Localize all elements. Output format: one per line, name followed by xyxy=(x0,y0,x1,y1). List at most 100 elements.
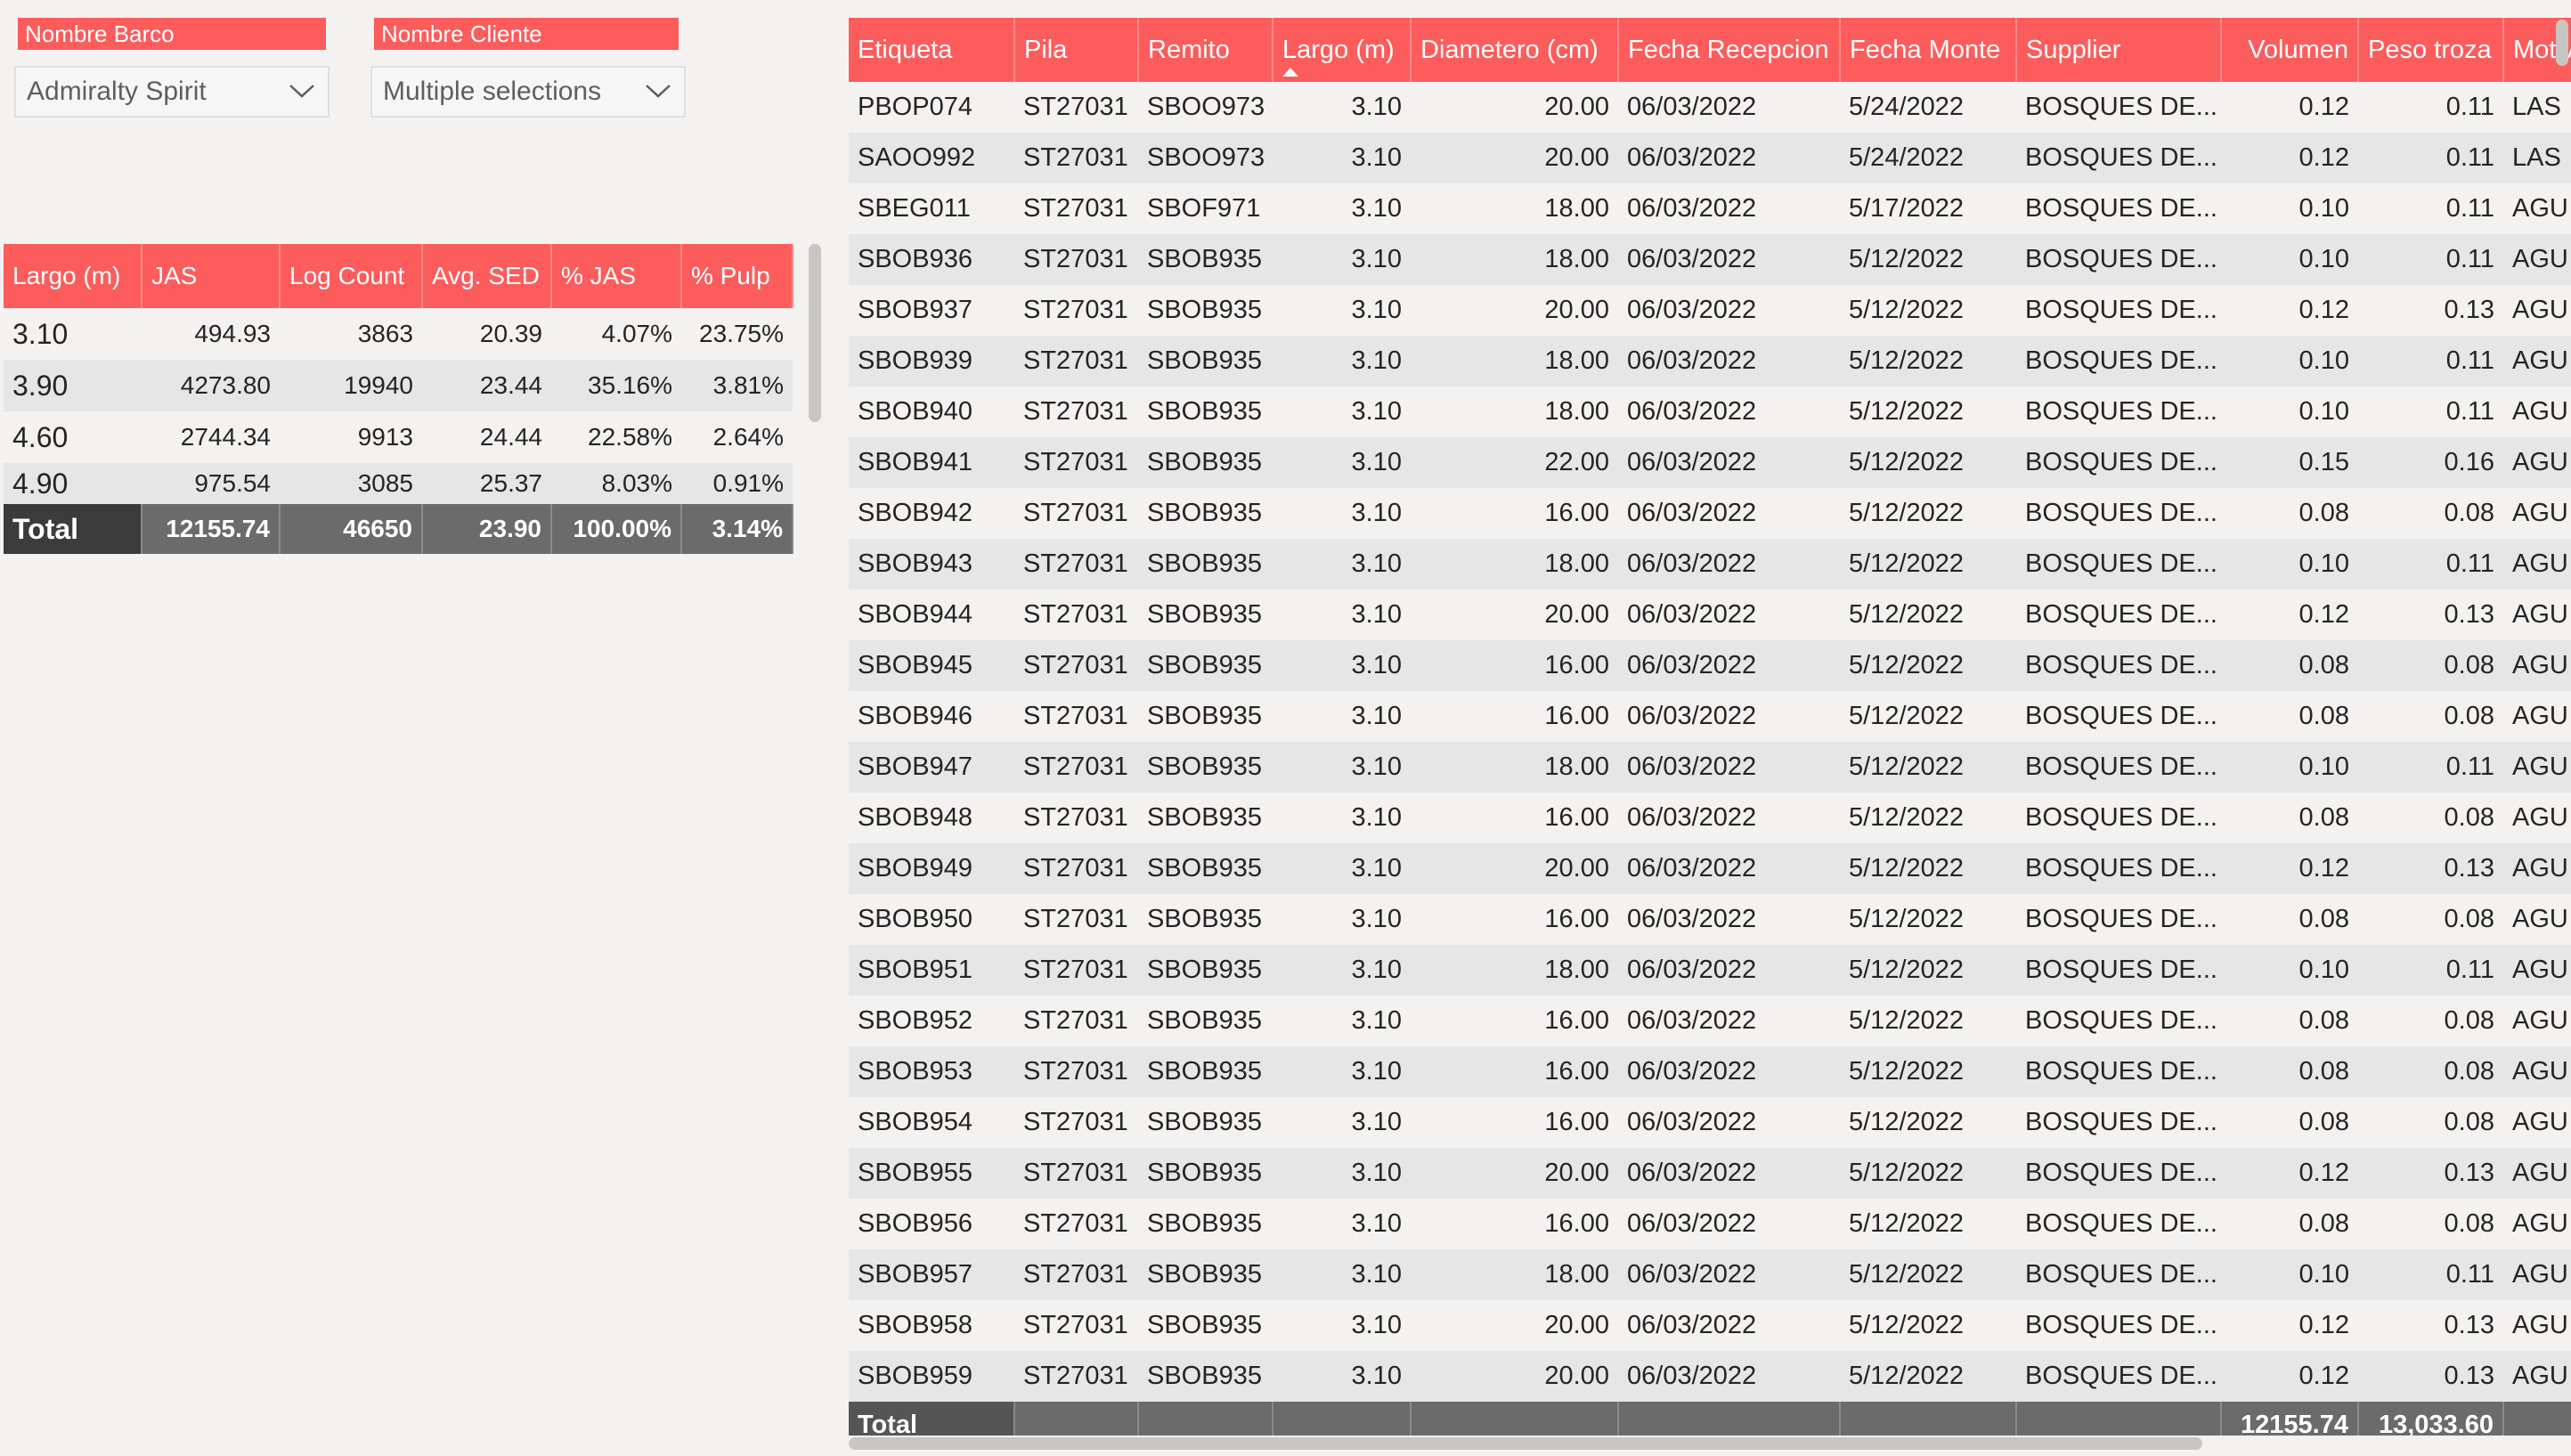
col-header-supplier[interactable]: Supplier xyxy=(2016,18,2222,82)
slicer-title: Nombre Barco xyxy=(18,18,326,50)
detail-cell: 5/12/2022 xyxy=(1840,1046,2016,1097)
detail-cell: SBOB935 xyxy=(1138,1351,1273,1402)
detail-row[interactable]: SAOO992 ST27031 SBOO973 3.10 20.00 06/03/2022… xyxy=(849,133,2571,183)
detail-total-cell xyxy=(2503,1402,2571,1436)
detail-cell: 0.13 xyxy=(2358,1148,2503,1199)
detail-cell: SBOB945 xyxy=(849,640,1014,691)
detail-row[interactable]: SBOB940 ST27031 SBOB935 3.10 18.00 06/03/2022… xyxy=(849,386,2571,437)
col-header-remito[interactable]: Remito xyxy=(1138,18,1273,82)
col-header-pct-pulp[interactable]: % Pulp xyxy=(681,244,793,308)
detail-row[interactable]: SBOB944 ST27031 SBOB935 3.10 20.00 06/03/2022… xyxy=(849,590,2571,640)
detail-row[interactable]: SBOB956 ST27031 SBOB935 3.10 16.00 06/03/2022… xyxy=(849,1199,2571,1249)
detail-cell: 5/12/2022 xyxy=(1849,1209,1965,1238)
detail-cell: 5/12/2022 xyxy=(1849,397,1965,426)
detail-row[interactable]: SBOB951 ST27031 SBOB935 3.10 18.00 06/03/2022… xyxy=(849,945,2571,996)
detail-cell: BOSQUES DE... xyxy=(2016,234,2221,285)
detail-row[interactable]: SBOB955 ST27031 SBOB935 3.10 20.00 06/03/2022… xyxy=(849,1148,2571,1199)
nombre-cliente-dropdown[interactable]: Multiple selections xyxy=(370,66,686,118)
detail-cell: BOSQUES DE... xyxy=(2016,336,2221,386)
detail-row[interactable]: SBOB943 ST27031 SBOB935 3.10 18.00 06/03/2022… xyxy=(849,539,2571,590)
detail-cell: SBOB957 xyxy=(849,1249,1014,1300)
col-header-pila[interactable]: Pila xyxy=(1014,18,1139,82)
detail-row[interactable]: SBOB959 ST27031 SBOB935 3.10 20.00 06/03/2022… xyxy=(849,1351,2571,1402)
detail-cell: 3.10 xyxy=(1273,1148,1411,1199)
summary-row[interactable]: 3.10 494.93 3863 20.39 4.07% 23.75% xyxy=(4,308,793,360)
summary-cell: 25.37 xyxy=(422,463,551,504)
detail-cell: 0.08 xyxy=(2444,499,2494,527)
detail-cell: 0.12 xyxy=(2298,93,2349,121)
detail-cell: 06/03/2022 xyxy=(1627,905,1757,933)
col-header-fecha-recepcion[interactable]: Fecha Recepcion xyxy=(1618,18,1841,82)
col-header-largo[interactable]: Largo (m) xyxy=(4,244,142,308)
detail-cell: 0.08 xyxy=(2444,905,2494,933)
col-header-jas[interactable]: JAS xyxy=(142,244,281,308)
detail-cell: BOSQUES DE... xyxy=(2016,843,2221,894)
detail-row[interactable]: SBOB937 ST27031 SBOB935 3.10 20.00 06/03/2022… xyxy=(849,285,2571,336)
detail-row[interactable]: SBOB954 ST27031 SBOB935 3.10 16.00 06/03/2022… xyxy=(849,1097,2571,1148)
detail-cell: SBOB935 xyxy=(1147,600,1262,629)
detail-cell: 0.11 xyxy=(2358,742,2503,793)
detail-cell: 3.10 xyxy=(1351,905,1402,933)
detail-row[interactable]: SBOB947 ST27031 SBOB935 3.10 18.00 06/03/2022… xyxy=(849,742,2571,793)
detail-total-cell: 12155.74 xyxy=(2221,1402,2359,1436)
col-header-avg-sed[interactable]: Avg. SED xyxy=(422,244,552,308)
summary-row[interactable]: 4.60 2744.34 9913 24.44 22.58% 2.64% xyxy=(4,411,793,463)
detail-row[interactable]: SBOB958 ST27031 SBOB935 3.10 20.00 06/03/2022… xyxy=(849,1300,2571,1351)
col-header-diametero[interactable]: Diametero (cm) xyxy=(1411,18,1619,82)
detail-row[interactable]: SBOB939 ST27031 SBOB935 3.10 18.00 06/03/2022… xyxy=(849,336,2571,386)
detail-cell: ST27031 xyxy=(1014,1249,1138,1300)
detail-cell: 20.00 xyxy=(1411,133,1618,183)
detail-cell: 3.10 xyxy=(1273,1046,1411,1097)
detail-cell: 5/12/2022 xyxy=(1849,1006,1965,1035)
detail-row[interactable]: SBOB941 ST27031 SBOB935 3.10 22.00 06/03/2022… xyxy=(849,437,2571,488)
col-header-pct-jas[interactable]: % JAS xyxy=(551,244,682,308)
detail-cell: AGU xyxy=(2503,539,2571,590)
detail-row[interactable]: PBOP074 ST27031 SBOO973 3.10 20.00 06/03/2022… xyxy=(849,82,2571,133)
col-header-log-count[interactable]: Log Count xyxy=(280,244,423,308)
slicer-title: Nombre Cliente xyxy=(374,18,679,50)
detail-cell: ST27031 xyxy=(1023,1108,1128,1136)
detail-cell: ST27031 xyxy=(1014,437,1138,488)
detail-row[interactable]: SBOB945 ST27031 SBOB935 3.10 16.00 06/03/2022… xyxy=(849,640,2571,691)
col-header-etiqueta[interactable]: Etiqueta xyxy=(849,18,1015,82)
detail-cell: 06/03/2022 xyxy=(1618,437,1840,488)
detail-row[interactable]: SBOB952 ST27031 SBOB935 3.10 16.00 06/03/2022… xyxy=(849,996,2571,1046)
detail-horizontal-scrollbar[interactable] xyxy=(849,1437,2202,1450)
detail-row[interactable]: SBOB957 ST27031 SBOB935 3.10 18.00 06/03/2022… xyxy=(849,1249,2571,1300)
detail-cell: 0.11 xyxy=(2358,133,2503,183)
summary-row[interactable]: 3.90 4273.80 19940 23.44 35.16% 3.81% xyxy=(4,360,793,411)
summary-cell: 3085 xyxy=(280,463,422,504)
detail-row[interactable]: SBOB946 ST27031 SBOB935 3.10 16.00 06/03/2022… xyxy=(849,691,2571,742)
summary-scrollbar[interactable] xyxy=(809,244,821,422)
col-header-fecha-monte[interactable]: Fecha Monte xyxy=(1840,18,2017,82)
detail-cell: AGU xyxy=(2512,194,2568,223)
detail-row[interactable]: SBOB948 ST27031 SBOB935 3.10 16.00 06/03/2022… xyxy=(849,793,2571,843)
detail-cell: LAS xyxy=(2512,93,2561,121)
detail-cell: 5/12/2022 xyxy=(1840,742,2016,793)
detail-cell: 20.00 xyxy=(1544,1311,1609,1339)
col-header-volumen[interactable]: Volumen xyxy=(2221,18,2359,82)
col-header-peso-troza[interactable]: Peso troza xyxy=(2358,18,2504,82)
nombre-barco-dropdown[interactable]: Admiralty Spirit xyxy=(14,66,330,118)
detail-cell: 0.11 xyxy=(2358,945,2503,996)
detail-row[interactable]: SBOB949 ST27031 SBOB935 3.10 20.00 06/03/2022… xyxy=(849,843,2571,894)
detail-cell: BOSQUES DE... xyxy=(2025,93,2217,121)
summary-row[interactable]: 4.90 975.54 3085 25.37 8.03% 0.91% xyxy=(4,463,793,504)
detail-cell: ST27031 xyxy=(1014,1148,1138,1199)
detail-cell: 0.10 xyxy=(2221,742,2358,793)
detail-row[interactable]: SBEG011 ST27031 SBOF971 3.10 18.00 06/03/2022… xyxy=(849,183,2571,234)
detail-row[interactable]: SBOB950 ST27031 SBOB935 3.10 16.00 06/03/2022… xyxy=(849,894,2571,945)
detail-cell: 5/12/2022 xyxy=(1849,296,1965,324)
detail-cell: SBOB954 xyxy=(858,1108,972,1136)
detail-cell: 3.10 xyxy=(1273,234,1411,285)
col-header-largo[interactable]: Largo (m) xyxy=(1273,18,1412,82)
detail-total-cell xyxy=(1411,1402,1619,1436)
detail-row[interactable]: SBOB953 ST27031 SBOB935 3.10 16.00 06/03/2022… xyxy=(849,1046,2571,1097)
detail-row[interactable]: SBOB936 ST27031 SBOB935 3.10 18.00 06/03/2022… xyxy=(849,234,2571,285)
detail-vertical-scrollbar[interactable] xyxy=(2556,20,2568,66)
detail-cell: AGU xyxy=(2512,296,2568,324)
detail-cell: ST27031 xyxy=(1023,499,1128,527)
detail-row[interactable]: SBOB942 ST27031 SBOB935 3.10 16.00 06/03/2022… xyxy=(849,488,2571,539)
detail-cell: BOSQUES DE... xyxy=(2016,437,2221,488)
detail-cell: 5/12/2022 xyxy=(1840,336,2016,386)
